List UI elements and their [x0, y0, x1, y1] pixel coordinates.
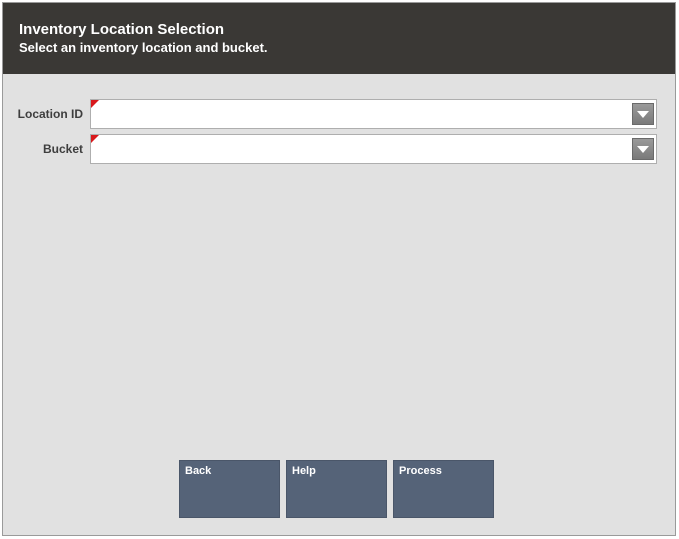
bucket-dropdown-button[interactable]: [632, 138, 654, 160]
process-button[interactable]: Process: [393, 460, 494, 518]
back-button[interactable]: Back: [179, 460, 280, 518]
page-title: Inventory Location Selection: [19, 21, 225, 38]
help-button[interactable]: Help: [286, 460, 387, 518]
required-indicator-icon: [91, 100, 99, 108]
bucket-dropdown[interactable]: [90, 134, 657, 164]
location-id-label: Location ID: [17, 107, 83, 121]
chevron-down-icon: [637, 146, 649, 153]
header-bar: Inventory Location Selection Select an i…: [3, 3, 675, 74]
chevron-down-icon: [637, 111, 649, 118]
location-id-dropdown-button[interactable]: [632, 103, 654, 125]
bucket-label: Bucket: [42, 142, 83, 156]
location-id-dropdown[interactable]: [90, 99, 657, 129]
screen-frame: Inventory Location Selection Select an i…: [2, 2, 676, 536]
required-indicator-icon: [91, 135, 99, 143]
page-instructions: Select an inventory location and bucket.: [19, 40, 268, 55]
